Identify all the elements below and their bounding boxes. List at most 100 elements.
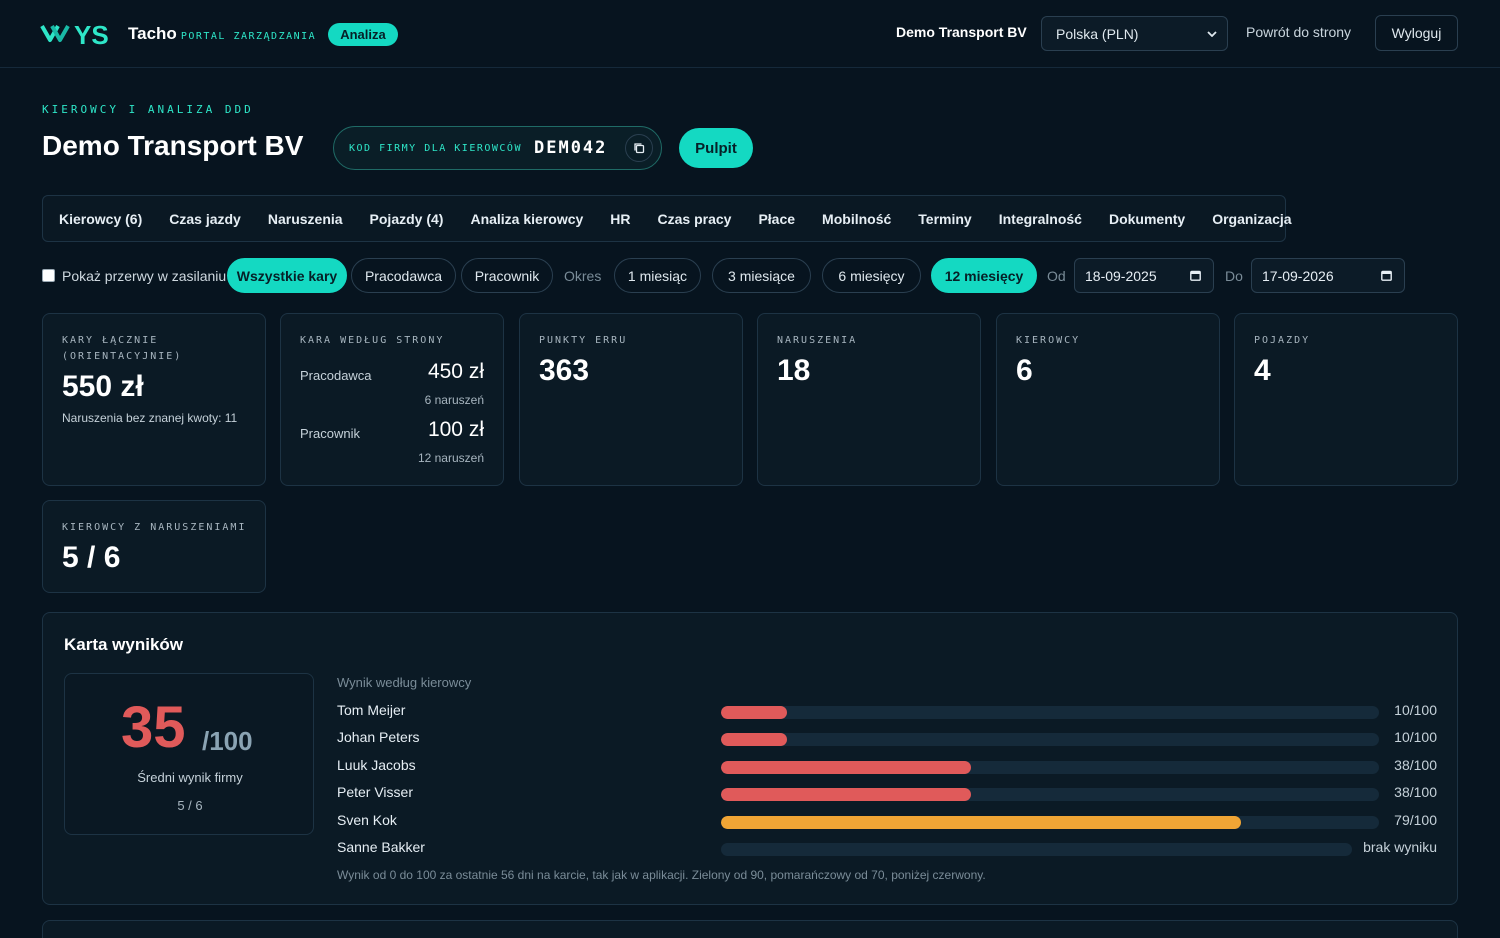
company-score-caption: Średni wynik firmy xyxy=(137,770,243,785)
scorecard-footnote: Wynik od 0 do 100 za ostatnie 56 dni na … xyxy=(337,868,986,882)
tab-violations[interactable]: Naruszenia xyxy=(268,211,343,227)
total-fines-note: Naruszenia bez znanej kwoty: 11 xyxy=(62,411,238,425)
tab-payroll[interactable]: Płace xyxy=(758,211,795,227)
total-fines-title: KARY ŁĄCZNIE (ORIENTACYJNIE) xyxy=(62,335,183,362)
drivers-title: KIEROWCY xyxy=(1016,335,1081,346)
drivers-viol-value: 5 / 6 xyxy=(62,541,121,574)
driver-score-row: Peter Visser 38/100 xyxy=(337,782,1437,802)
score-bar-track xyxy=(721,788,1379,801)
violations-title: NARUSZENIA xyxy=(777,335,858,346)
tab-drivers[interactable]: Kierowcy (6) xyxy=(59,211,142,227)
violations-value: 18 xyxy=(777,354,811,387)
brand-subtitle: PORTAL ZARZĄDZANIA xyxy=(180,30,317,42)
logout-button[interactable]: Wyloguj xyxy=(1375,15,1458,51)
driver-name: Sven Kok xyxy=(337,812,397,828)
stat-card-vehicles: POJAZDY 4 xyxy=(1234,313,1458,486)
score-bar-fill xyxy=(721,816,1241,829)
page-eyebrow: KIEROWCY I ANALIZA DDD xyxy=(42,103,254,116)
company-score: 35 xyxy=(121,695,186,760)
fine-filter-employee[interactable]: Pracownik xyxy=(461,258,553,293)
driver-name: Sanne Bakker xyxy=(337,839,425,855)
vehicles-value: 4 xyxy=(1254,354,1271,387)
copy-code-button[interactable] xyxy=(625,134,653,162)
dashboard-button[interactable]: Pulpit xyxy=(679,128,753,168)
period-3-months[interactable]: 3 miesiące xyxy=(712,258,811,293)
logo-icon: YS xyxy=(40,20,109,50)
to-date-input[interactable]: 17-09-2026 xyxy=(1251,258,1405,293)
company-code-box: KOD FIRMY DLA KIEROWCÓW DEM042 xyxy=(333,126,662,170)
score-bar-fill xyxy=(721,706,787,719)
company-name: Demo Transport BV xyxy=(896,24,1027,40)
tab-mobility[interactable]: Mobilność xyxy=(822,211,891,227)
to-date-value: 17-09-2026 xyxy=(1262,267,1334,284)
filter-bar: Pokaż przerwy w zasilaniu Wszystkie kary… xyxy=(42,258,1462,294)
drivers-viol-title: KIEROWCY Z NARUSZENIAMI xyxy=(62,522,247,533)
period-label: Okres xyxy=(564,268,602,284)
driver-score-value: 38/100 xyxy=(1394,784,1437,800)
employer-value: 450 zł xyxy=(427,360,484,383)
tab-organization[interactable]: Organizacja xyxy=(1212,211,1291,227)
chevron-down-icon xyxy=(1207,30,1217,37)
company-score-box: 35 /100 Średni wynik firmy 5 / 6 xyxy=(64,673,314,835)
company-score-count: 5 / 6 xyxy=(177,798,203,813)
tab-deadlines[interactable]: Terminy xyxy=(918,211,971,227)
stat-card-fines-by-party: KARA WEDŁUG STRONY Pracodawca 450 zł 6 n… xyxy=(280,313,504,486)
fine-filter-all[interactable]: Wszystkie kary xyxy=(227,258,347,293)
tab-vehicles[interactable]: Pojazdy (4) xyxy=(370,211,444,227)
employee-label: Pracownik xyxy=(300,426,360,441)
tab-documents[interactable]: Dokumenty xyxy=(1109,211,1185,227)
score-bar-track xyxy=(721,816,1379,829)
period-12-months[interactable]: 12 miesięcy xyxy=(931,258,1037,293)
calendar-icon xyxy=(1190,270,1201,281)
total-fines-value: 550 zł xyxy=(62,370,144,403)
employee-value: 100 zł xyxy=(427,418,484,441)
tab-hr[interactable]: HR xyxy=(610,211,630,227)
driver-name: Luuk Jacobs xyxy=(337,757,416,773)
country-select-value: Polska (PLN) xyxy=(1056,25,1139,42)
per-driver-label: Wynik według kierowcy xyxy=(337,675,472,690)
period-1-month[interactable]: 1 miesiąc xyxy=(614,258,701,293)
tab-integrity[interactable]: Integralność xyxy=(999,211,1082,227)
back-link[interactable]: Powrót do strony xyxy=(1246,24,1351,40)
next-panel xyxy=(42,920,1458,938)
score-bar-track xyxy=(721,843,1352,856)
driver-score-value: brak wyniku xyxy=(1363,839,1437,855)
company-code-value: DEM042 xyxy=(533,138,608,158)
score-bar-track xyxy=(721,706,1379,719)
to-label: Do xyxy=(1225,268,1243,284)
top-bar: YS Tacho PORTAL ZARZĄDZANIA Analiza Demo… xyxy=(0,0,1500,68)
tab-working-time[interactable]: Czas pracy xyxy=(658,211,732,227)
stat-card-erru: PUNKTY ERRU 363 xyxy=(519,313,743,486)
country-select[interactable]: Polska (PLN) xyxy=(1041,16,1228,51)
driver-score-value: 10/100 xyxy=(1394,729,1437,745)
score-bar-fill xyxy=(721,761,972,774)
from-label: Od xyxy=(1047,268,1066,284)
employer-sub: 6 naruszeń xyxy=(424,393,484,407)
scorecard-heading: Karta wyników xyxy=(64,635,184,654)
tab-driving-time[interactable]: Czas jazdy xyxy=(169,211,241,227)
stat-card-drivers-with-violations: KIEROWCY Z NARUSZENIAMI 5 / 6 xyxy=(42,500,266,593)
brand-name: Tacho xyxy=(128,24,177,43)
driver-name: Johan Peters xyxy=(337,729,420,745)
company-code-label: KOD FIRMY DLA KIEROWCÓW xyxy=(349,142,522,154)
scorecard-panel: Karta wyników 35 /100 Średni wynik firmy… xyxy=(42,612,1458,905)
analiza-badge: Analiza xyxy=(328,22,398,46)
logo[interactable]: YS Tacho PORTAL ZARZĄDZANIA Analiza xyxy=(40,18,398,50)
drivers-value: 6 xyxy=(1016,354,1033,387)
fine-filter-employer[interactable]: Pracodawca xyxy=(351,258,456,293)
period-6-months[interactable]: 6 miesięcy xyxy=(822,258,921,293)
driver-name: Peter Visser xyxy=(337,784,413,800)
from-date-input[interactable]: 18-09-2025 xyxy=(1074,258,1214,293)
tab-driver-analysis[interactable]: Analiza kierowcy xyxy=(470,211,583,227)
driver-score-value: 10/100 xyxy=(1394,702,1437,718)
copy-icon xyxy=(634,143,645,154)
score-bar-track xyxy=(721,761,1379,774)
company-score-max: /100 xyxy=(202,726,253,756)
calendar-icon xyxy=(1381,270,1392,281)
score-bar-fill xyxy=(721,788,972,801)
score-bar-fill xyxy=(721,733,787,746)
stat-card-total-fines: KARY ŁĄCZNIE (ORIENTACYJNIE) 550 zł Naru… xyxy=(42,313,266,486)
driver-score-row: Tom Meijer 10/100 xyxy=(337,700,1437,720)
power-breaks-checkbox[interactable] xyxy=(42,269,55,282)
power-breaks-label: Pokaż przerwy w zasilaniu xyxy=(62,268,227,284)
